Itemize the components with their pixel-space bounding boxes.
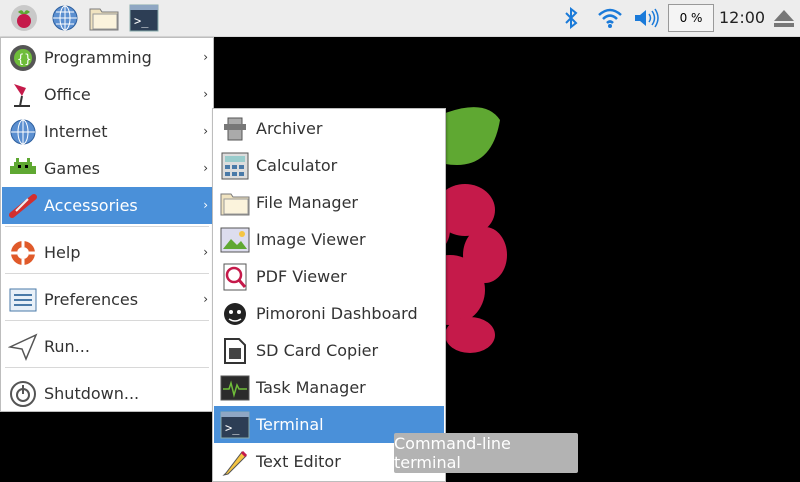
terminal-tooltip: Command-line terminal <box>394 433 578 473</box>
menu-item-accessories[interactable]: Accessories › <box>2 187 212 224</box>
menu-item-label: Preferences <box>44 290 139 309</box>
programming-icon: {} <box>6 41 40 75</box>
submenu-item-label: SD Card Copier <box>256 341 379 360</box>
submenu-arrow-icon: › <box>203 50 208 64</box>
submenu-arrow-icon: › <box>203 87 208 101</box>
submenu-item-file-manager[interactable]: File Manager <box>214 184 444 221</box>
run-icon <box>6 330 40 364</box>
menu-item-run[interactable]: Run... <box>2 328 212 365</box>
eject-icon[interactable] <box>768 2 800 34</box>
preferences-icon <box>6 283 40 317</box>
svg-text:>_: >_ <box>225 421 240 435</box>
menu-separator <box>5 273 209 274</box>
submenu-item-sd-card-copier[interactable]: SD Card Copier <box>214 332 444 369</box>
submenu-item-label: Archiver <box>256 119 323 138</box>
menu-item-label: Accessories <box>44 196 138 215</box>
submenu-item-label: Pimoroni Dashboard <box>256 304 418 323</box>
cpu-monitor[interactable]: 0 % <box>668 4 714 32</box>
web-browser-icon[interactable] <box>49 2 81 34</box>
pimoroni-icon <box>218 297 252 331</box>
clock[interactable]: 12:00 <box>719 8 765 27</box>
accessories-icon <box>6 189 40 223</box>
menu-item-label: Games <box>44 159 100 178</box>
menu-item-label: Shutdown... <box>44 384 140 403</box>
submenu-item-label: Task Manager <box>256 378 366 397</box>
terminal-icon[interactable]: >_ <box>128 2 160 34</box>
pdf-viewer-icon <box>218 260 252 294</box>
menu-item-internet[interactable]: Internet › <box>2 113 212 150</box>
submenu-item-archiver[interactable]: Archiver <box>214 110 444 147</box>
menu-item-games[interactable]: Games › <box>2 150 212 187</box>
menu-separator <box>5 367 209 368</box>
games-icon <box>6 152 40 186</box>
internet-icon <box>6 115 40 149</box>
menu-item-office[interactable]: Office › <box>2 76 212 113</box>
file-manager-icon <box>218 186 252 220</box>
submenu-arrow-icon: › <box>203 124 208 138</box>
shutdown-icon <box>6 377 40 411</box>
submenu-item-image-viewer[interactable]: Image Viewer <box>214 221 444 258</box>
archiver-icon <box>218 112 252 146</box>
submenu-item-pimoroni-dashboard[interactable]: Pimoroni Dashboard <box>214 295 444 332</box>
submenu-item-label: Calculator <box>256 156 338 175</box>
menu-item-label: Internet <box>44 122 108 141</box>
terminal-icon: >_ <box>218 408 252 442</box>
menu-item-shutdown[interactable]: Shutdown... <box>2 375 212 412</box>
svg-text:{}: {} <box>17 52 31 66</box>
submenu-arrow-icon: › <box>203 245 208 259</box>
office-icon <box>6 78 40 112</box>
menu-item-programming[interactable]: {} Programming › <box>2 39 212 76</box>
submenu-item-task-manager[interactable]: Task Manager <box>214 369 444 406</box>
menu-item-label: Programming <box>44 48 152 67</box>
main-menu: {} Programming › Office › Internet › Gam… <box>0 37 214 412</box>
submenu-arrow-icon: › <box>203 161 208 175</box>
task-manager-icon <box>218 371 252 405</box>
svg-text:>_: >_ <box>134 14 149 28</box>
submenu-item-pdf-viewer[interactable]: PDF Viewer <box>214 258 444 295</box>
accessories-submenu: Archiver Calculator File Manager Image V… <box>212 108 446 482</box>
help-icon <box>6 236 40 270</box>
menu-item-preferences[interactable]: Preferences › <box>2 281 212 318</box>
menu-separator <box>5 226 209 227</box>
menu-item-label: Office <box>44 85 91 104</box>
submenu-arrow-icon: › <box>203 198 208 212</box>
image-viewer-icon <box>218 223 252 257</box>
submenu-item-label: Image Viewer <box>256 230 366 249</box>
wifi-icon[interactable] <box>594 2 626 34</box>
menu-separator <box>5 320 209 321</box>
file-manager-icon[interactable] <box>88 2 120 34</box>
submenu-item-label: PDF Viewer <box>256 267 347 286</box>
text-editor-icon <box>218 445 252 479</box>
cpu-usage-label: 0 % <box>679 11 703 25</box>
submenu-item-calculator[interactable]: Calculator <box>214 147 444 184</box>
submenu-arrow-icon: › <box>203 292 208 306</box>
submenu-item-label: Terminal <box>256 415 324 434</box>
menu-item-help[interactable]: Help › <box>2 234 212 271</box>
menu-item-label: Run... <box>44 337 90 356</box>
calculator-icon <box>218 149 252 183</box>
raspberry-menu-icon[interactable] <box>8 2 40 34</box>
bluetooth-icon[interactable] <box>555 2 587 34</box>
submenu-item-label: Text Editor <box>256 452 341 471</box>
taskbar: >_ 0 % 12:00 <box>0 0 800 37</box>
submenu-item-label: File Manager <box>256 193 358 212</box>
menu-item-label: Help <box>44 243 81 262</box>
volume-icon[interactable] <box>631 2 663 34</box>
sd-card-icon <box>218 334 252 368</box>
